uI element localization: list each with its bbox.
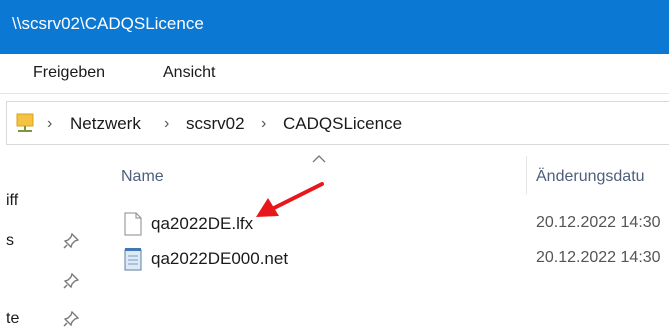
file-row[interactable]: qa2022DE.lfx 20.12.2022 14:30: [118, 210, 669, 238]
column-divider[interactable]: [526, 156, 527, 194]
tab-freigeben[interactable]: Freigeben: [33, 64, 105, 82]
breadcrumb-separator: ›: [261, 115, 267, 132]
breadcrumb-netzwerk[interactable]: Netzwerk: [70, 114, 141, 134]
file-name: qa2022DE000.net: [151, 249, 289, 268]
breadcrumb-scsrv02[interactable]: scsrv02: [186, 114, 245, 134]
file-name: qa2022DE.lfx: [151, 214, 254, 233]
generic-file-icon: [124, 212, 142, 236]
pin-icon[interactable]: [62, 232, 80, 250]
tab-ansicht[interactable]: Ansicht: [163, 64, 215, 82]
nav-item[interactable]: te: [6, 310, 19, 328]
ribbon: Freigeben Ansicht: [0, 54, 669, 94]
file-modified-date: 20.12.2022 14:30: [536, 249, 661, 266]
pin-icon[interactable]: [62, 272, 80, 290]
breadcrumb-separator: ›: [47, 115, 53, 132]
red-arrow-annotation: [256, 182, 324, 217]
file-modified-date: 20.12.2022 14:30: [536, 214, 661, 231]
column-header-name[interactable]: Name: [121, 168, 164, 186]
column-header-modified[interactable]: Änderungsdatu: [536, 168, 645, 186]
sort-ascending-icon: [312, 155, 326, 163]
network-folder-icon: [16, 113, 34, 132]
title-bar[interactable]: \\scsrv02\CADQSLicence: [0, 0, 669, 54]
file-row[interactable]: qa2022DE000.net 20.12.2022 14:30: [118, 245, 669, 273]
nav-item[interactable]: s: [6, 232, 14, 250]
navigation-pane: iff s te: [0, 150, 100, 329]
window-title: \\scsrv02\CADQSLicence: [12, 14, 204, 33]
nav-item[interactable]: iff: [6, 192, 18, 210]
pin-icon[interactable]: [62, 310, 80, 328]
breadcrumb-separator: ›: [164, 115, 170, 132]
notepad-file-icon: [124, 248, 142, 271]
address-bar[interactable]: › Netzwerk › scsrv02 › CADQSLicence: [6, 101, 669, 145]
breadcrumb-cadqslicence[interactable]: CADQSLicence: [283, 114, 402, 134]
